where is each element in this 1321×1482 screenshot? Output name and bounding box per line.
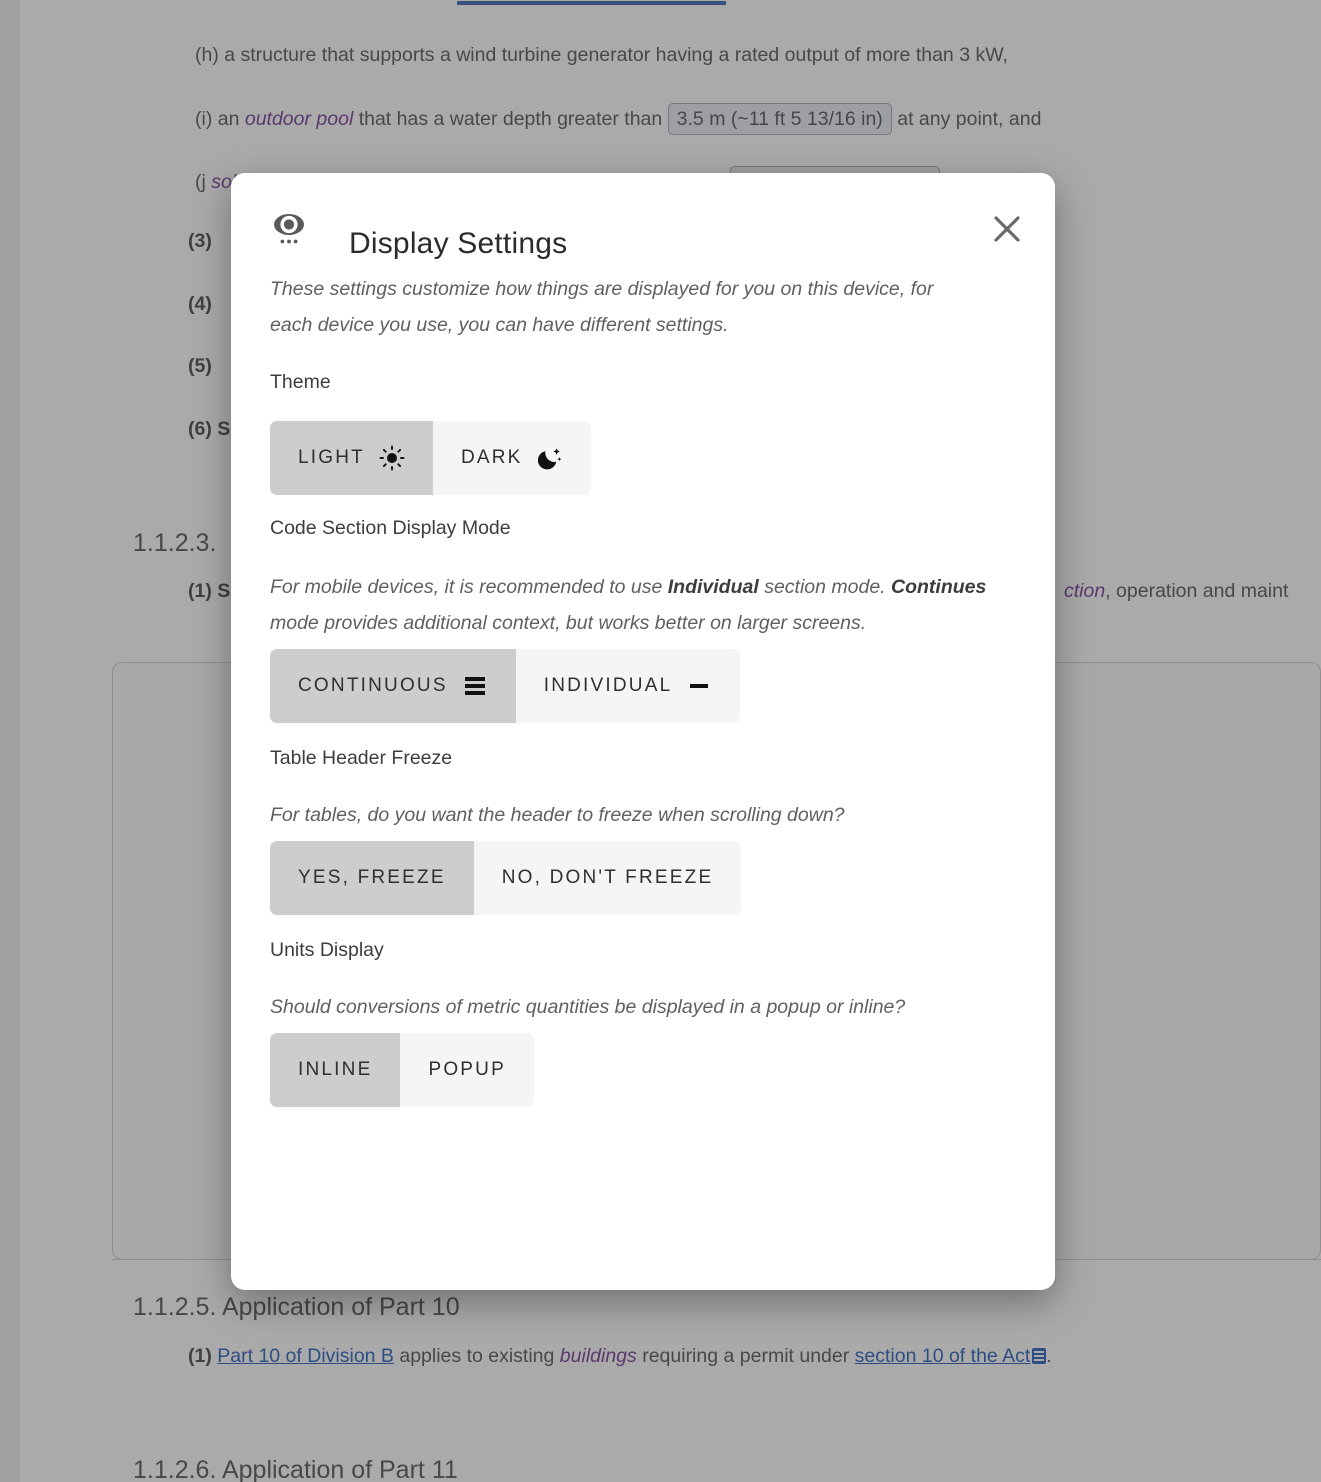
setting-group-code-section-display-mode: Code Section Display Mode For mobile dev…: [270, 515, 1017, 723]
help-bold-individual: Individual: [667, 576, 759, 598]
dialog-title: Display Settings: [349, 227, 568, 261]
code-section-mode-option-continuous-label: CONTINUOUS: [298, 675, 448, 696]
table-header-freeze-option-yes[interactable]: YES, FREEZE: [270, 841, 474, 915]
dialog-intro-text: These settings customize how things are …: [270, 278, 934, 336]
setting-group-units-display: Units Display Should conversions of metr…: [270, 937, 1017, 1107]
units-display-option-inline-label: INLINE: [298, 1059, 373, 1080]
code-section-mode-label: Code Section Display Mode: [270, 517, 511, 539]
help-part-1: For mobile devices, it is recommended to…: [270, 576, 668, 598]
code-section-mode-option-continuous[interactable]: CONTINUOUS: [270, 649, 516, 723]
dialog-header: Display Settings: [231, 173, 1055, 271]
moon-star-icon: [537, 445, 563, 471]
table-header-freeze-option-no-label: NO, DON'T FREEZE: [501, 867, 714, 888]
stacked-lines-icon: [462, 675, 488, 697]
dialog-content: These settings customize how things are …: [231, 271, 1055, 1290]
setting-group-table-header-freeze: Table Header Freeze For tables, do you w…: [270, 745, 1017, 915]
table-header-freeze-help: For tables, do you want the header to fr…: [270, 804, 845, 826]
theme-option-dark[interactable]: DARK: [432, 421, 591, 495]
eye-icon: [270, 211, 308, 247]
display-settings-dialog: Display Settings These settings customiz…: [231, 173, 1055, 1290]
single-dash-icon: [686, 675, 712, 697]
theme-option-light[interactable]: LIGHT: [270, 421, 433, 495]
units-display-toggle-group: INLINE POPUP: [270, 1033, 534, 1107]
units-display-option-popup-label: POPUP: [428, 1059, 506, 1080]
units-display-label: Units Display: [270, 939, 384, 961]
table-header-freeze-option-no[interactable]: NO, DON'T FREEZE: [473, 841, 742, 915]
close-icon[interactable]: [987, 209, 1027, 249]
code-section-mode-help: For mobile devices, it is recommended to…: [270, 569, 1015, 641]
units-display-help: Should conversions of metric quantities …: [270, 996, 906, 1018]
theme-option-light-label: LIGHT: [298, 447, 365, 468]
units-display-option-inline[interactable]: INLINE: [270, 1033, 401, 1107]
table-header-freeze-label: Table Header Freeze: [270, 747, 453, 769]
theme-option-dark-label: DARK: [460, 447, 523, 468]
help-part-3: mode provides additional context, but wo…: [270, 612, 867, 634]
units-display-option-popup[interactable]: POPUP: [400, 1033, 534, 1107]
code-section-mode-toggle-group: CONTINUOUS INDIVIDUAL: [270, 649, 741, 723]
setting-group-theme: Theme LIGHT DARK: [270, 369, 1017, 495]
code-section-mode-option-individual[interactable]: INDIVIDUAL: [515, 649, 741, 723]
help-part-2: section mode.: [758, 576, 892, 598]
table-header-freeze-option-yes-label: YES, FREEZE: [298, 867, 446, 888]
theme-toggle-group: LIGHT DARK: [270, 421, 591, 495]
code-section-mode-option-individual-label: INDIVIDUAL: [543, 675, 673, 696]
theme-label: Theme: [270, 371, 331, 393]
help-bold-continues: Continues: [891, 576, 987, 598]
table-header-freeze-toggle-group: YES, FREEZE NO, DON'T FREEZE: [270, 841, 742, 915]
sun-icon: [379, 445, 405, 471]
